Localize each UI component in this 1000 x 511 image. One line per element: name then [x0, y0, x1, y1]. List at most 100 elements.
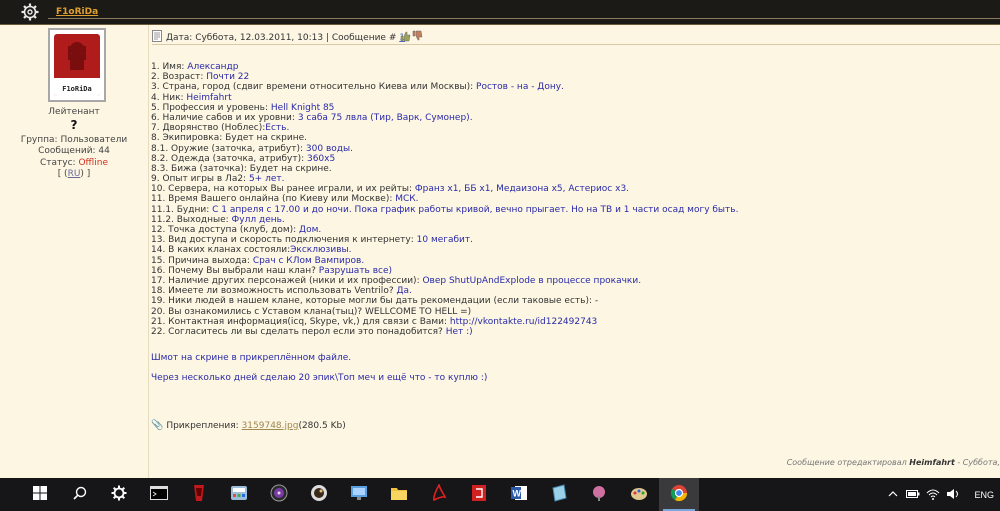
question-answer: Овер ShutUpAndExplode в процессе прокачк… [422, 275, 642, 286]
settings-icon[interactable] [99, 478, 139, 511]
windows-start-icon[interactable] [20, 478, 60, 511]
thumbs-down-icon[interactable] [412, 30, 423, 41]
lang-link-ru[interactable]: RU [68, 169, 81, 179]
notepad-icon[interactable] [539, 478, 579, 511]
question-answer: Фулл день. [231, 214, 285, 225]
pdf-reader-icon[interactable] [459, 478, 499, 511]
top-divider [48, 18, 1000, 19]
rank-mark: ? [70, 118, 78, 132]
question-row: 8.1. Оружие (заточка, атрибут): 300 воды… [151, 144, 996, 154]
question-row: 11.1. Будни: С 1 апреля с 17.00 и до ноч… [151, 205, 996, 215]
avatar-name: F1oRiDa [62, 85, 92, 93]
header-divider [152, 44, 1000, 45]
brush-icon[interactable] [619, 478, 659, 511]
question-text: 11. Время Вашего онлайна (по Киеву или М… [151, 194, 396, 205]
game-icon[interactable] [179, 478, 219, 511]
question-row: 18. Имеете ли возможность использовать V… [151, 286, 996, 296]
question-answer: Разрушать все) [318, 265, 393, 276]
question-answer: http://vkontakte.ru/id122492743 [449, 316, 598, 327]
pdf-icon[interactable] [419, 478, 459, 511]
network-tray-icon[interactable] [926, 488, 940, 500]
post-note-screenshot: Шмот на скрине в прикреплённом файле. [151, 353, 352, 363]
attachment-file-link[interactable]: 3159748.jpg [242, 421, 299, 431]
question-text: 3. Страна, город (сдвиг времени относите… [151, 82, 477, 93]
post-container: F1oRiDa Лейтенант ? Группа: Пользователи… [0, 25, 1000, 478]
question-row: 16. Почему Вы выбрали наш клан? Разрушат… [151, 266, 996, 276]
thumbs-up-icon[interactable] [400, 31, 411, 42]
chevron-up-icon[interactable] [888, 490, 898, 498]
network-icon[interactable] [339, 478, 379, 511]
word-icon[interactable]: W [499, 478, 539, 511]
question-text: 8.1. Оружие (заточка, атрибут): [151, 143, 306, 154]
language-indicator[interactable]: ENG [974, 490, 994, 500]
question-answer: 360x5 [306, 153, 336, 164]
search-icon[interactable] [60, 478, 100, 511]
question-answer: Да. [396, 286, 412, 297]
question-text: 8. Экипировка: Будет на скрине. [151, 133, 307, 144]
column-divider [148, 25, 149, 478]
calculator-icon[interactable] [219, 478, 259, 511]
question-text: 22. Согласитесь ли вы сделать перол если… [151, 326, 446, 337]
avatar[interactable]: F1oRiDa [48, 28, 106, 102]
question-row: 10. Сервера, на которых Вы ранее играли,… [151, 184, 996, 194]
question-answer: С 1 апреля с 17.00 и до ночи. Пока графи… [212, 204, 739, 215]
question-row: 8. Экипировка: Будет на скрине. [151, 133, 996, 143]
question-text: 4. Ник: [151, 92, 187, 103]
battery-icon[interactable] [906, 489, 920, 499]
volume-icon[interactable] [946, 488, 960, 500]
question-text: 19. Ники людей в нашем клане, которые мо… [151, 296, 599, 307]
question-text: 14. В каких кланах состояли: [151, 245, 291, 256]
question-answer: Александр [187, 62, 239, 72]
question-text: 8.3. Бижа (заточка): Будет на скрине. [151, 163, 332, 174]
question-text: 11.1. Будни: [151, 204, 213, 215]
question-row: 8.2. Одежда (заточка, атрибут): 360x5 [151, 154, 996, 164]
question-text: 8.2. Одежда (заточка, атрибут): [151, 153, 307, 164]
question-row: 4. Ник: Heimfahrt [151, 93, 996, 103]
question-answer: Срач с КЛом Вампиров. [252, 255, 365, 266]
question-text: 1. Имя: [151, 62, 188, 72]
user-language: [ (RU) ] [0, 169, 148, 179]
edit-suffix: - Суббота, [954, 458, 1000, 467]
question-text: 11.2. Выходные: [151, 214, 232, 225]
question-answer: Heimfahrt [186, 92, 232, 103]
post-body: 1. Имя: Александр 2. Возраст: Почти 22 3. … [151, 62, 996, 431]
question-answer: Ростов - на - Дону. [476, 82, 564, 93]
status-label: Статус: [40, 158, 79, 168]
avatar-figure-icon [68, 42, 86, 70]
question-answer: 10 мегабит. [416, 235, 474, 246]
editor-name: Heimfahrt [909, 458, 955, 467]
question-row: 3. Страна, город (сдвиг времени относите… [151, 82, 996, 92]
file-explorer-icon[interactable] [379, 478, 419, 511]
question-text: 6. Наличие сабов и их уровни: [151, 112, 298, 123]
question-row: 21. Контактная информация(icq, Skype, vk… [151, 317, 996, 327]
question-row: 17. Наличие других персонажей (ники и их… [151, 276, 996, 286]
paint-icon[interactable] [579, 478, 619, 511]
user-group: Группа: Пользователи [20, 135, 128, 145]
terminal-icon[interactable] [139, 478, 179, 511]
question-row: 1. Имя: Александр [151, 62, 996, 72]
post-author-link[interactable]: F1oRiDa [56, 7, 98, 17]
edit-prefix: Сообщение отредактировал [786, 458, 910, 467]
question-answer: Франз х1, ББ х1, Медаизона х5, Астериос … [414, 184, 630, 195]
photos-icon[interactable] [299, 478, 339, 511]
question-answer: 300 воды. [305, 143, 353, 154]
chrome-icon[interactable] [659, 478, 699, 511]
question-row: 11. Время Вашего онлайна (по Киеву или М… [151, 194, 996, 204]
gear-icon[interactable] [20, 2, 40, 22]
document-icon [152, 30, 162, 42]
question-row: 7. Дворянство (Ноблес):Есть. [151, 123, 996, 133]
question-row: 2. Возраст: Почти 22 [151, 72, 996, 82]
question-text: 10. Сервера, на которых Вы ранее играли,… [151, 184, 415, 195]
rating-thumbs [400, 30, 423, 42]
question-text: 15. Причина выхода: [151, 255, 253, 266]
question-text: 2. Возраст: [151, 72, 207, 83]
post-date: Дата: Суббота, 12.03.2011, 10:13 | Сообщ… [166, 33, 400, 43]
question-text: 18. Имеете ли возможность использовать V… [151, 286, 397, 297]
question-row: 5. Профессия и уровень: Hell Knight 85 [151, 103, 996, 113]
question-answer: Почти 22 [206, 72, 250, 83]
media-player-icon[interactable] [259, 478, 299, 511]
svg-text:W: W [513, 489, 522, 499]
question-text: 9. Опыт игры в Ла2: [151, 174, 249, 185]
question-text: 13. Вид доступа и скорость подключения к… [151, 235, 417, 246]
edit-note: Сообщение отредактировал Heimfahrt - Суб… [787, 458, 1000, 467]
